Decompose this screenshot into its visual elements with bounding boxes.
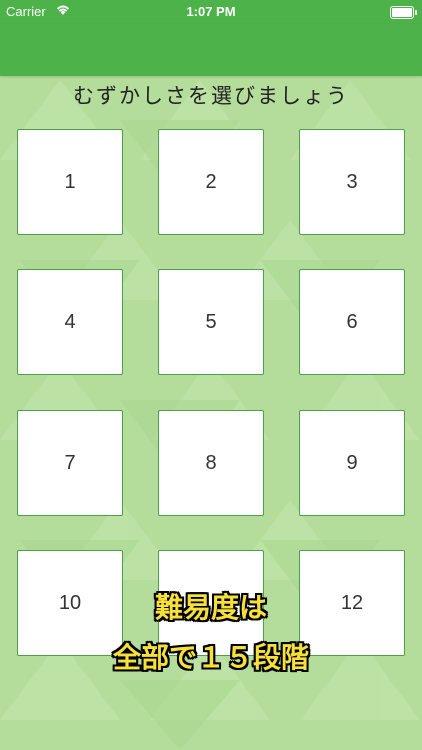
level-tile[interactable]: 4: [17, 269, 123, 375]
promo-caption-line-2: 全部で１５段階: [112, 641, 309, 674]
level-tile[interactable]: 3: [299, 129, 405, 235]
level-tile[interactable]: 9: [299, 410, 405, 516]
level-tile[interactable]: 2: [158, 129, 264, 235]
level-tile[interactable]: 1: [17, 129, 123, 235]
level-tile[interactable]: 5: [158, 269, 264, 375]
level-tile[interactable]: 8: [158, 410, 264, 516]
level-tile[interactable]: 6: [299, 269, 405, 375]
promo-caption-line-1: 難易度は: [154, 591, 267, 624]
level-tile[interactable]: 7: [17, 410, 123, 516]
